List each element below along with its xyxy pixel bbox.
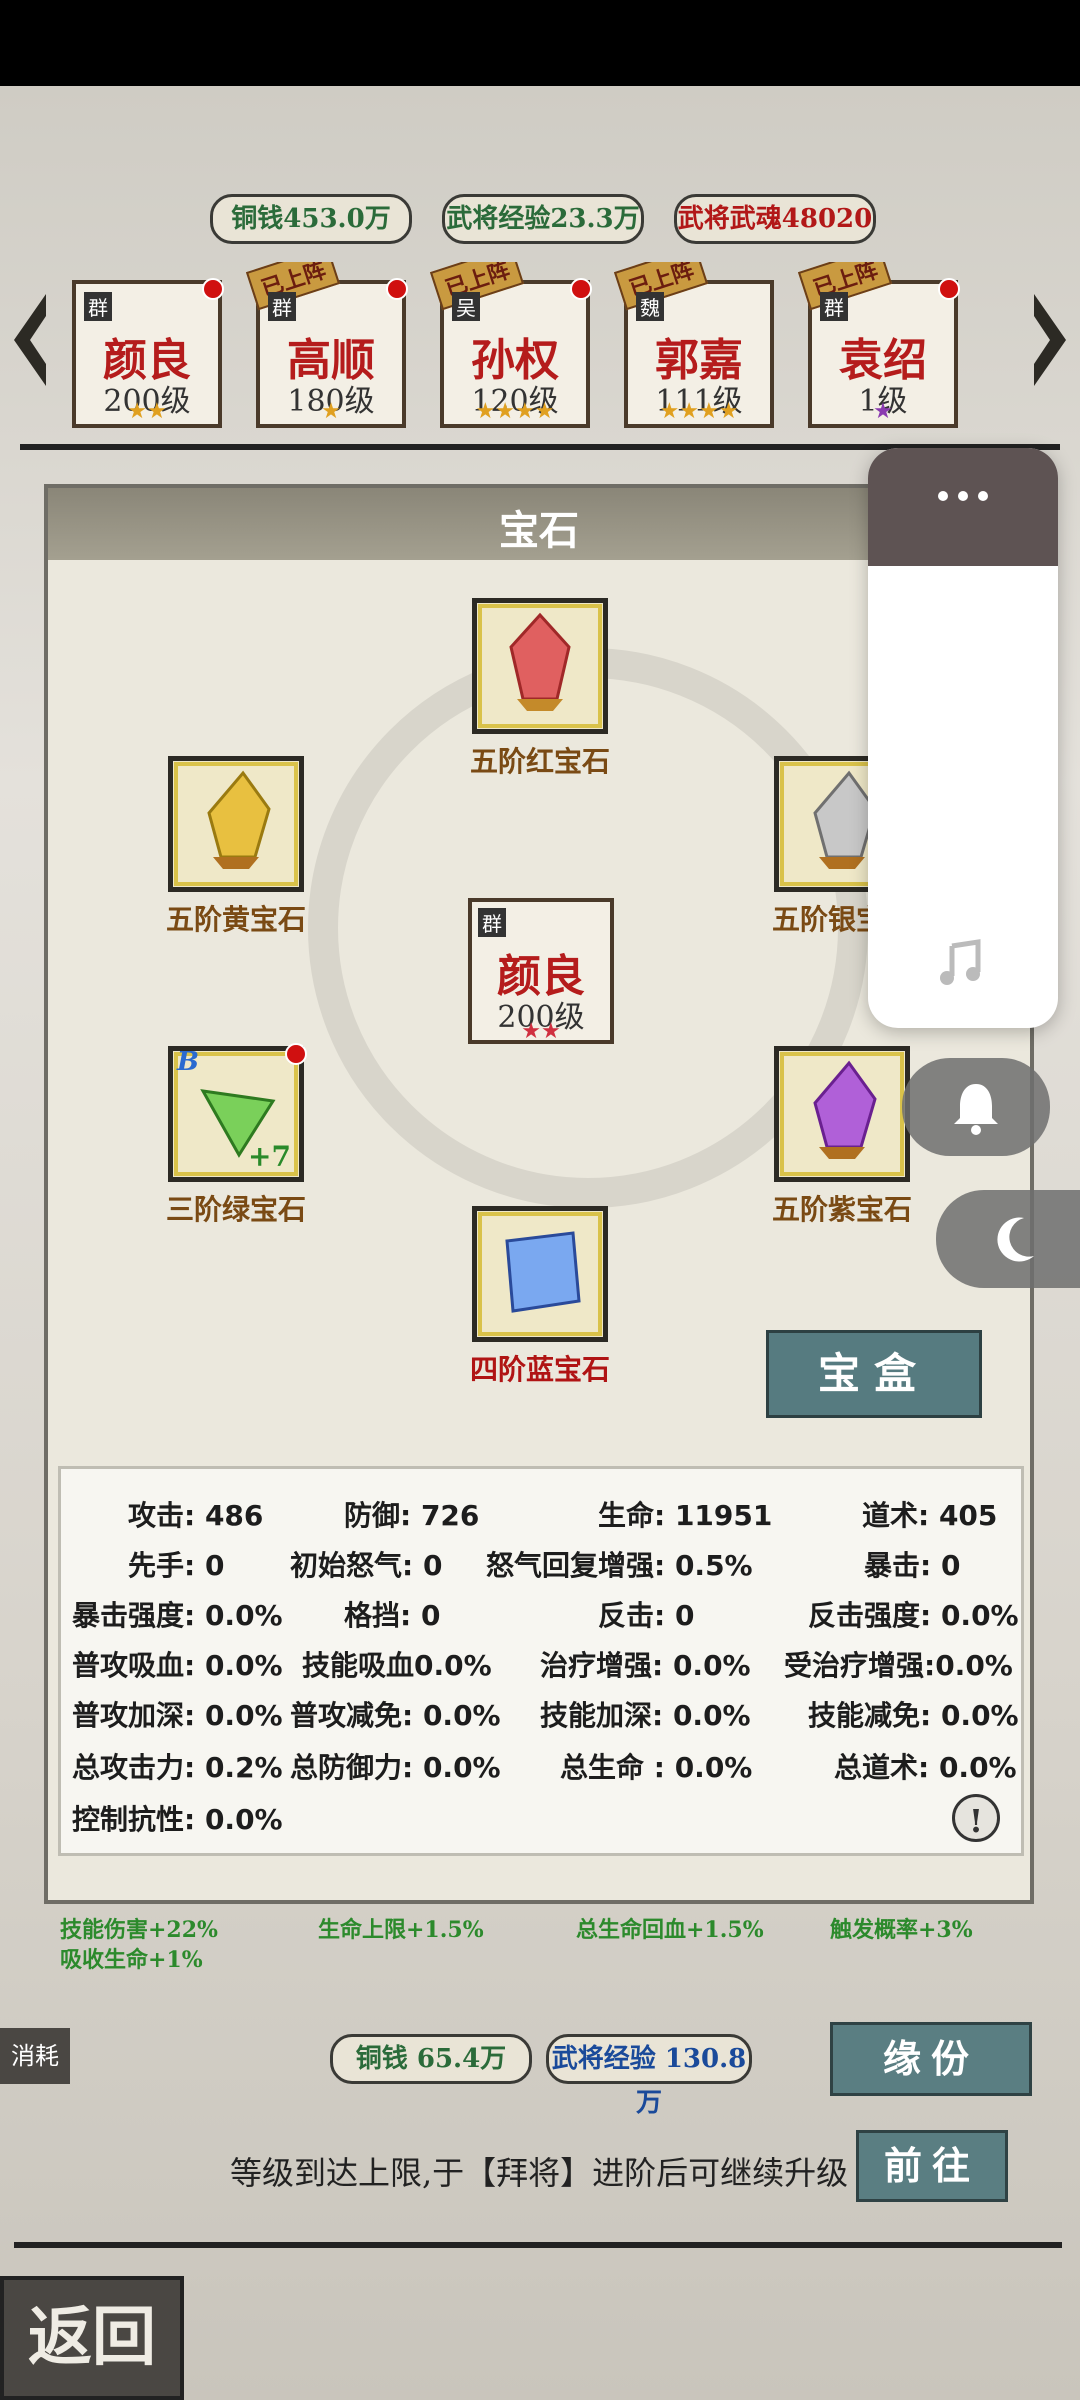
stat-initial-rage: 初始怒气: 0	[290, 1549, 443, 1582]
faction-badge: 群	[478, 908, 506, 937]
hero-stars: ★★★★	[659, 399, 739, 424]
bonus-hp-regen: 总生命回血+1.5%	[576, 1917, 764, 1943]
gem-slot-blue[interactable]	[472, 1206, 608, 1342]
stat-crit: 暴击: 0	[864, 1549, 961, 1582]
hero-stars: ★★	[127, 399, 167, 424]
stat-control-resist: 控制抗性: 0.0%	[72, 1803, 283, 1836]
right-arrow-icon[interactable]	[1030, 290, 1070, 390]
gem-label-red: 五阶红宝石	[469, 745, 610, 778]
stat-block: 格挡: 0	[344, 1599, 441, 1632]
hero-stars: ★★★★	[475, 399, 555, 424]
bell-icon	[954, 1084, 998, 1135]
stat-total-attack: 总攻击力: 0.2%	[72, 1751, 283, 1784]
hero-card[interactable]: 已上阵 魏 郭嘉 111级 ★★★★	[613, 262, 774, 428]
stat-total-defense: 总防御力: 0.0%	[290, 1751, 501, 1784]
notification-dot	[386, 278, 408, 300]
hero-stars: ★	[873, 399, 893, 424]
yellow-gem-icon	[207, 770, 271, 869]
status-bar	[0, 0, 1080, 86]
info-icon[interactable]: !	[952, 1794, 1000, 1842]
faction-badge: 群	[268, 292, 296, 321]
stat-counter-power: 反击强度: 0.0%	[808, 1599, 1019, 1632]
stat-total-taoism: 总道术: 0.0%	[834, 1751, 1017, 1784]
notification-dot	[570, 278, 592, 300]
more-icon	[938, 491, 988, 501]
left-arrow-icon[interactable]	[10, 290, 50, 390]
faction-badge: 魏	[636, 292, 664, 321]
hero-stars: ★	[321, 399, 341, 424]
gem-slot-purple[interactable]	[774, 1046, 910, 1182]
stat-crit-power: 暴击强度: 0.0%	[72, 1599, 283, 1632]
floating-panel-header[interactable]	[868, 448, 1058, 566]
gem-label-green: 三阶绿宝石	[165, 1193, 306, 1226]
fate-button[interactable]: 缘份	[830, 2022, 1032, 2096]
stat-normal-lifesteal: 普攻吸血: 0.0%	[72, 1649, 283, 1682]
level-cap-hint: 等级到达上限,于【拜将】进阶后可继续升级	[230, 2154, 849, 2192]
gem-label-blue: 四阶蓝宝石	[469, 1353, 610, 1386]
copper-pill: 铜钱453.0万	[210, 194, 412, 244]
treasure-box-button[interactable]: 宝盒	[766, 1330, 982, 1418]
hero-card[interactable]: 已上阵 吴 孙权 120级 ★★★★	[429, 262, 592, 428]
red-gem-icon	[509, 612, 571, 711]
stat-hp: 生命: 11951	[598, 1499, 773, 1532]
gem-slot-yellow[interactable]	[168, 756, 304, 892]
consume-label: 消耗	[0, 2028, 70, 2084]
stat-attack: 攻击: 486	[128, 1499, 264, 1532]
exp-pill: 武将经验23.3万	[442, 194, 644, 244]
gem-label-purple: 五阶紫宝石	[771, 1193, 912, 1226]
faction-badge: 群	[820, 292, 848, 321]
floating-panel	[868, 448, 1058, 1028]
notification-dot	[202, 278, 224, 300]
goto-button[interactable]: 前往	[856, 2130, 1008, 2202]
divider	[14, 2242, 1062, 2248]
gem-slot-green[interactable]: B +7	[168, 1043, 307, 1182]
tier-badge: B	[177, 1047, 199, 1077]
hero-strip: 群 颜良 200级 ★★ 已上阵 群 高顺 180级 ★ 已上阵 吴 孙权 12…	[66, 262, 1026, 432]
stat-defense: 防御: 726	[344, 1499, 480, 1532]
stat-initiative: 先手: 0	[128, 1549, 225, 1582]
blue-gem-icon	[505, 1231, 581, 1313]
stat-rage-regen: 怒气回复增强: 0.5%	[486, 1549, 753, 1582]
bonus-skill-damage: 技能伤害+22%	[60, 1917, 218, 1943]
soul-pill: 武将武魂48020	[674, 194, 876, 244]
stat-heal-boost: 治疗增强: 0.0%	[540, 1649, 751, 1682]
stat-total-hp: 总生命 : 0.0%	[560, 1751, 753, 1784]
cost-exp: 武将经验 130.8万	[546, 2034, 752, 2118]
faction-badge: 吴	[452, 292, 480, 321]
stat-skill-lifesteal: 技能吸血0.0%	[302, 1649, 492, 1682]
stat-skill-reduce: 技能减免: 0.0%	[808, 1699, 1019, 1732]
center-hero-card[interactable]: 群 颜良 200级 ★★	[468, 898, 614, 1044]
enhance-badge: +7	[248, 1140, 291, 1173]
notification-dot	[938, 278, 960, 300]
stat-skill-amp: 技能加深: 0.0%	[540, 1699, 751, 1732]
moon-icon	[997, 1217, 1034, 1262]
bell-button[interactable]	[902, 1058, 1050, 1156]
hero-stars: ★★	[521, 1019, 561, 1044]
hero-card[interactable]: 已上阵 群 袁绍 1级 ★	[797, 262, 960, 428]
cost-copper: 铜钱 65.4万	[330, 2034, 532, 2084]
bonus-hp-max: 生命上限+1.5%	[318, 1917, 484, 1943]
stat-normal-amp: 普攻加深: 0.0%	[72, 1699, 283, 1732]
faction-badge: 群	[84, 292, 112, 321]
gem-label-yellow: 五阶黄宝石	[165, 903, 306, 936]
music-icon[interactable]	[938, 938, 988, 988]
hero-card[interactable]: 群 颜良 200级 ★★	[72, 278, 224, 428]
stat-taoism: 道术: 405	[862, 1499, 998, 1532]
bonus-lifesteal: 吸收生命+1%	[60, 1947, 203, 1973]
stat-heal-received: 受治疗增强:0.0%	[784, 1649, 1013, 1682]
stat-normal-reduce: 普攻减免: 0.0%	[290, 1699, 501, 1732]
hero-card[interactable]: 已上阵 群 高顺 180级 ★	[245, 262, 408, 428]
notification-dot	[285, 1043, 307, 1065]
bonus-trigger-rate: 触发概率+3%	[830, 1917, 973, 1943]
purple-gem-icon	[813, 1060, 877, 1159]
night-mode-button[interactable]	[936, 1190, 1080, 1288]
stat-counter: 反击: 0	[598, 1599, 695, 1632]
back-button[interactable]: 返回	[0, 2276, 184, 2400]
gem-slot-red[interactable]	[472, 598, 608, 734]
